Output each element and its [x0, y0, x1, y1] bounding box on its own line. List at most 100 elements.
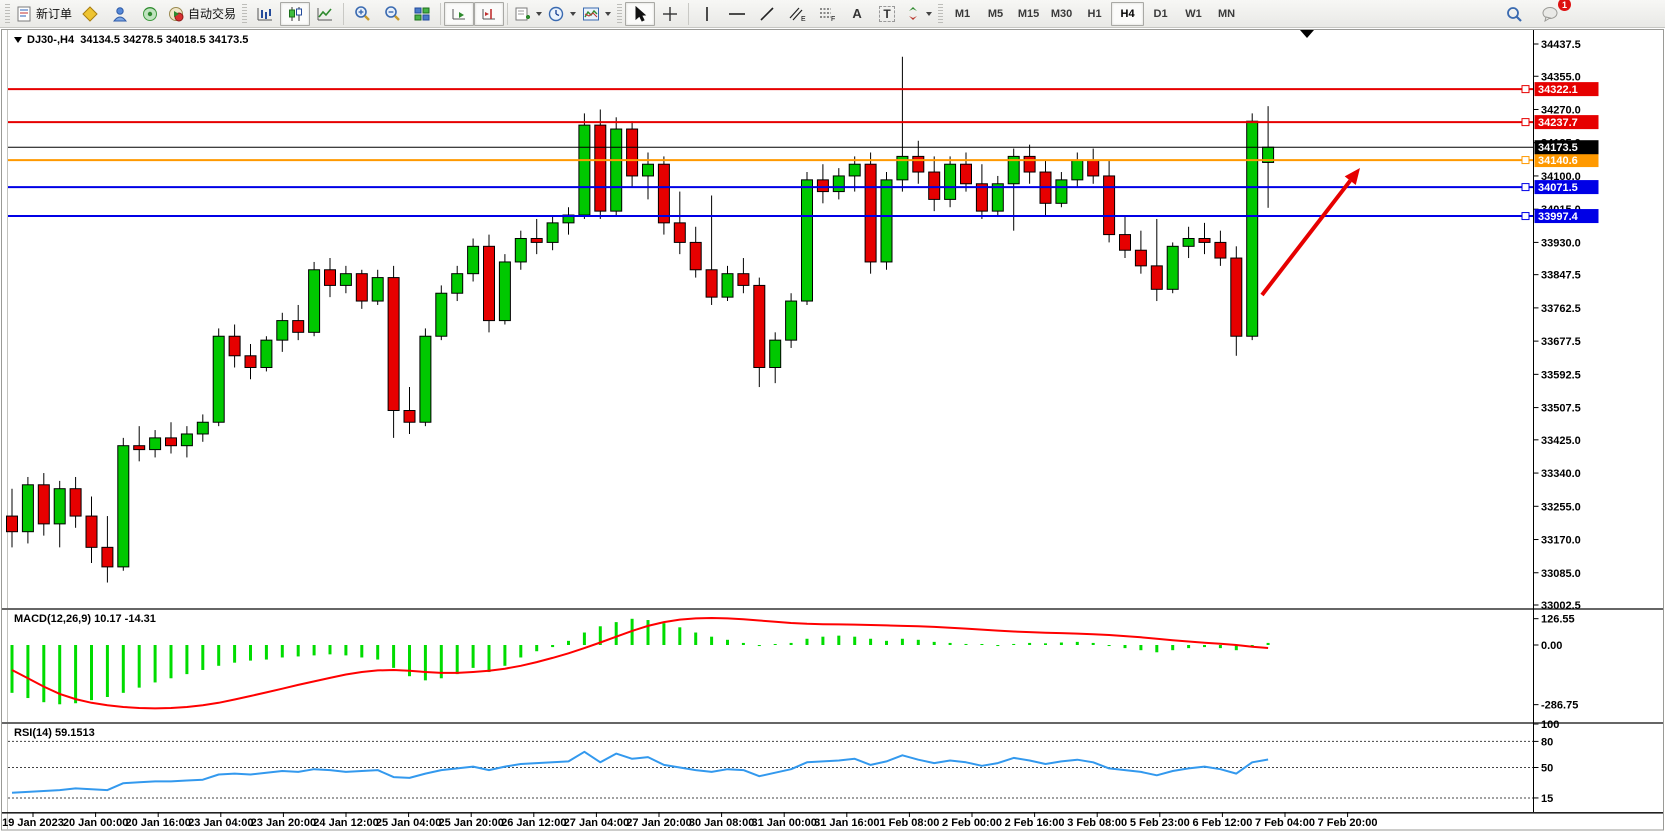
candle-body [881, 180, 892, 262]
time-tick-label: 31 Jan 00:00 [751, 817, 816, 829]
toolbar-grip[interactable] [5, 4, 10, 24]
candle-body [690, 242, 701, 269]
rsi-value: 59.1513 [55, 727, 95, 739]
auto-scroll-button[interactable] [444, 2, 474, 26]
line-handle [1522, 119, 1529, 126]
cursor-button[interactable] [625, 2, 655, 26]
new-chart-icon [514, 6, 531, 22]
time-tick-label: 23 Jan 04:00 [188, 817, 253, 829]
notification-count-badge: 1 [1558, 0, 1571, 11]
line-handle [1522, 86, 1529, 93]
candle-body [1215, 242, 1226, 258]
candle-body [1151, 266, 1162, 289]
market-watch-button[interactable] [75, 2, 105, 26]
chart-shift-button[interactable] [474, 2, 504, 26]
rsi-level-label: 15 [1541, 793, 1553, 805]
data-window-button[interactable] [105, 2, 135, 26]
search-icon [1505, 6, 1523, 23]
crosshair-icon [662, 6, 678, 22]
periods-button[interactable] [545, 2, 579, 26]
candle-body [658, 164, 669, 223]
time-tick-label: 31 Jan 16:00 [814, 817, 879, 829]
zoom-out-button[interactable] [377, 2, 407, 26]
candle-body [134, 446, 145, 450]
cursor-icon [632, 6, 648, 22]
toolbar-separator [688, 3, 689, 25]
chart-title: DJ30-,H4 34134.5 34278.5 34018.5 34173.5 [14, 34, 248, 46]
auto-trading-button[interactable]: 自动交易 [165, 2, 239, 26]
crosshair-button[interactable] [655, 2, 685, 26]
candle-body [7, 516, 18, 532]
timeframe-m30-button[interactable]: M30 [1045, 2, 1078, 26]
search-button[interactable] [1499, 2, 1529, 26]
chart-shift-icon [480, 6, 498, 22]
price-chart-canvas[interactable]: 34437.534355.034270.034185.034100.034015… [0, 0, 1665, 839]
candle-body [261, 340, 272, 367]
candle-body [1024, 156, 1035, 172]
candle-body [1120, 235, 1131, 251]
timeframe-h1-button[interactable]: H1 [1078, 2, 1111, 26]
time-tick-label: 5 Feb 23:00 [1130, 817, 1190, 829]
candle-body [786, 301, 797, 340]
symbol-dropdown-icon[interactable] [14, 37, 22, 43]
macd-tick-label: -286.75 [1541, 700, 1578, 712]
timeframe-h4-button[interactable]: H4 [1111, 2, 1144, 26]
strategy-tester-button[interactable] [135, 2, 165, 26]
candle-body [802, 180, 813, 301]
line-chart-button[interactable] [310, 2, 340, 26]
macd-tick-label: 0.00 [1541, 640, 1562, 652]
candle-body [706, 270, 717, 297]
tile-windows-button[interactable] [407, 2, 437, 26]
time-tick-label: 25 Jan 04:00 [376, 817, 441, 829]
toolbar-grip[interactable] [938, 4, 943, 24]
new-chart-button[interactable] [511, 2, 545, 26]
timeframe-m1-button[interactable]: M1 [946, 2, 979, 26]
arrows-tool-button[interactable] [902, 2, 935, 26]
bar-chart-button[interactable] [250, 2, 280, 26]
timeframe-m5-button[interactable]: M5 [979, 2, 1012, 26]
time-tick-label: 24 Jan 12:00 [313, 817, 378, 829]
bar-chart-icon [256, 6, 274, 22]
fibonacci-button[interactable]: F [812, 2, 842, 26]
text-label-button[interactable]: T [872, 2, 902, 26]
candle-body [420, 336, 431, 422]
candle-body [722, 274, 733, 297]
toolbar-grip[interactable] [242, 4, 247, 24]
text-button[interactable]: A [842, 2, 872, 26]
price-badge-label: 34071.5 [1538, 182, 1578, 194]
candle-body [388, 278, 399, 411]
trendline-button[interactable] [752, 2, 782, 26]
candle-body [86, 516, 97, 547]
candle-body [1247, 121, 1258, 336]
zoom-in-button[interactable] [347, 2, 377, 26]
equidistant-channel-button[interactable]: E [782, 2, 812, 26]
candle-body [961, 164, 972, 184]
price-tick-label: 33507.5 [1541, 403, 1581, 415]
candle-body [595, 125, 606, 211]
macd-name: MACD(12,26,9) [14, 613, 91, 625]
trading-platform-window: 新订单 自动交易 [0, 0, 1665, 839]
horizontal-line-button[interactable] [722, 2, 752, 26]
timeframe-m15-button[interactable]: M15 [1012, 2, 1045, 26]
candle-body [229, 336, 240, 356]
timeframe-w1-button[interactable]: W1 [1177, 2, 1210, 26]
time-tick-label: 19 Jan 2023 [2, 817, 64, 829]
line-handle [1522, 157, 1529, 164]
candle-body [1183, 238, 1194, 246]
new-order-button[interactable]: 新订单 [13, 2, 75, 26]
candlestick-chart-button[interactable] [280, 2, 310, 26]
vertical-line-button[interactable] [692, 2, 722, 26]
indicators-button[interactable] [579, 2, 614, 26]
candle-body [531, 238, 542, 242]
time-tick-label: 6 Feb 12:00 [1192, 817, 1252, 829]
candle-body [181, 434, 192, 446]
time-tick-label: 1 Feb 08:00 [879, 817, 939, 829]
toolbar-separator [343, 3, 344, 25]
timeframe-d1-button[interactable]: D1 [1144, 2, 1177, 26]
candle-body [245, 356, 256, 368]
toolbar-grip[interactable] [617, 4, 622, 24]
timeframe-mn-button[interactable]: MN [1210, 2, 1243, 26]
auto-scroll-icon [450, 6, 468, 22]
notifications-button[interactable]: 1 [1535, 2, 1565, 26]
time-tick-label: 20 Jan 16:00 [125, 817, 190, 829]
